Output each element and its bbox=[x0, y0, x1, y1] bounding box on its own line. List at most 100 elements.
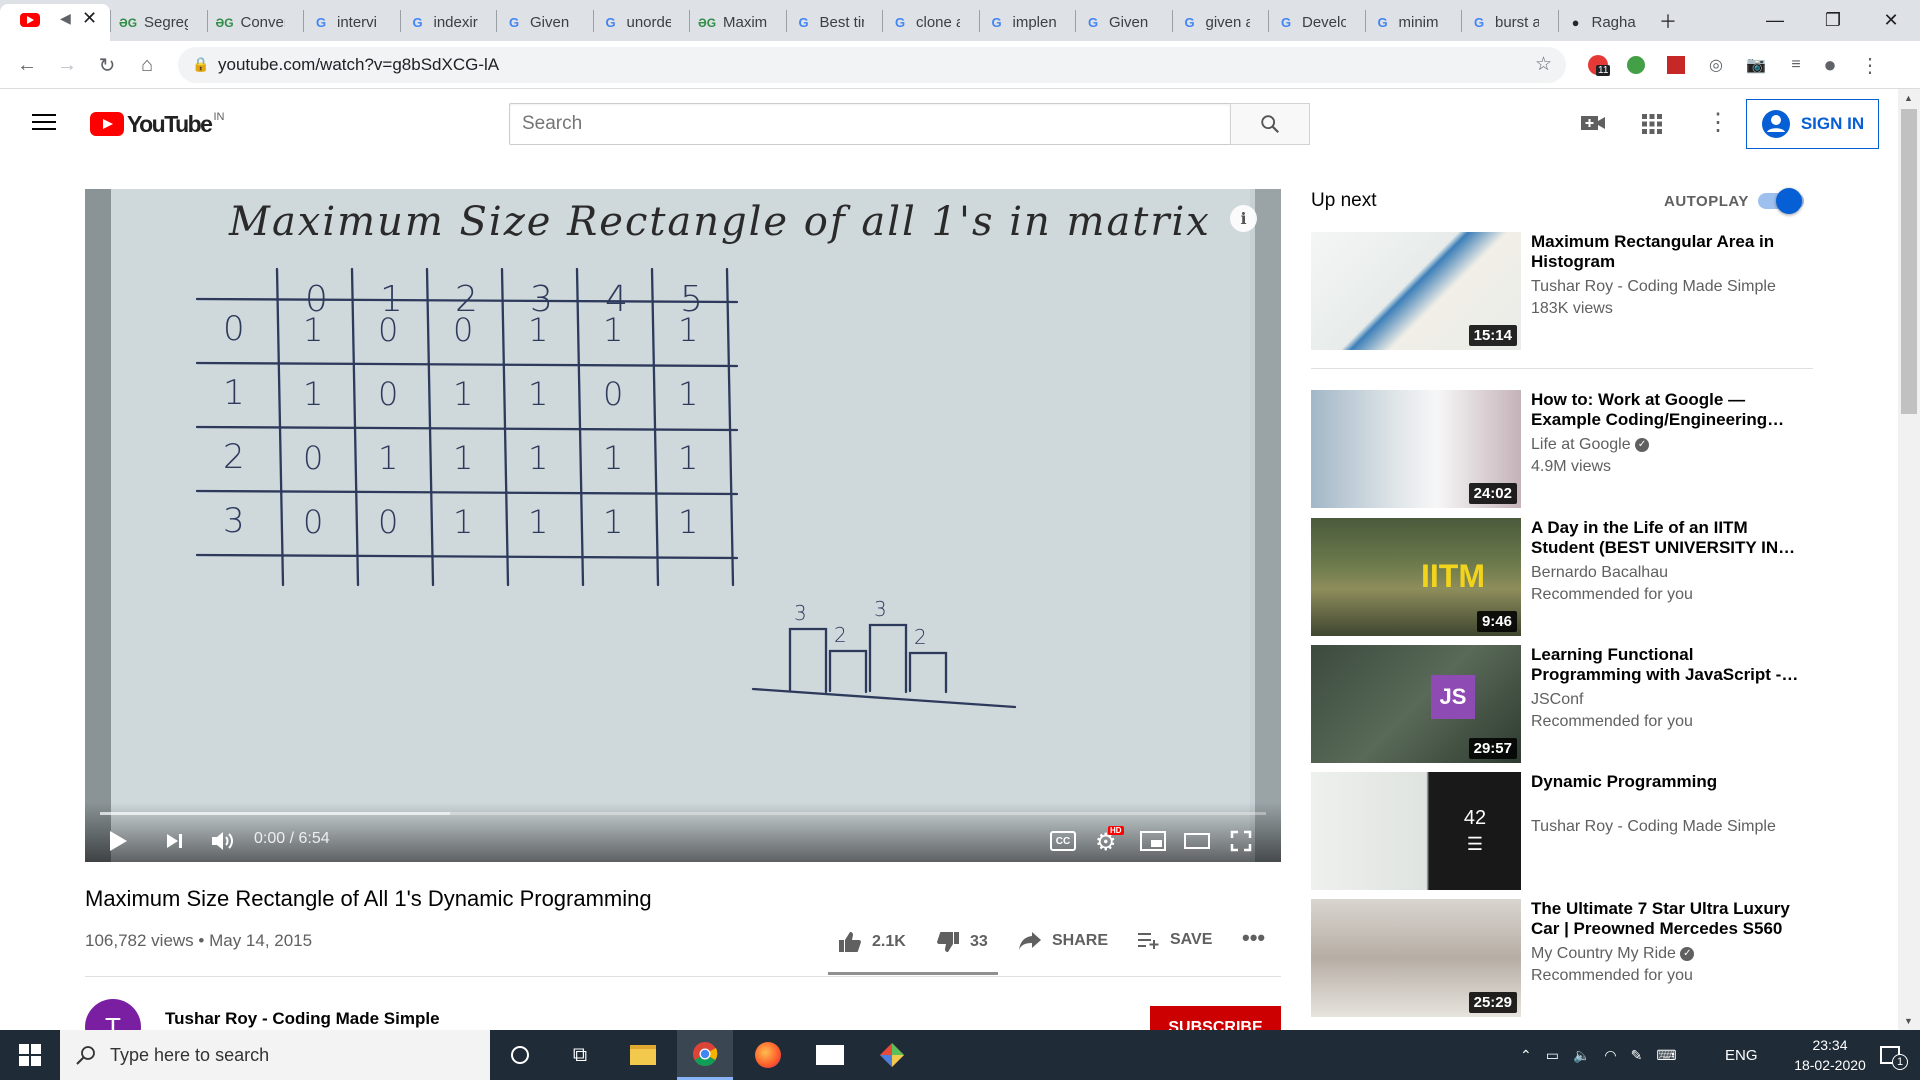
video-thumbnail[interactable]: JS 29:57 bbox=[1311, 645, 1521, 763]
forward-button[interactable]: → bbox=[51, 49, 83, 81]
up-next-title[interactable]: Learning Functional Programming with Jav… bbox=[1531, 645, 1801, 685]
like-button[interactable]: 2.1K bbox=[838, 931, 906, 953]
keyboard-icon[interactable]: ⌨ bbox=[1656, 1047, 1676, 1064]
speaker-icon[interactable]: 🔈 bbox=[1573, 1047, 1590, 1064]
up-next-item[interactable]: JS 29:57 Learning Functional Programming w… bbox=[1311, 645, 1811, 763]
browser-tab[interactable]: G Given a bbox=[496, 4, 593, 41]
video-thumbnail[interactable]: 15:14 bbox=[1311, 232, 1521, 350]
minimize-button[interactable]: — bbox=[1752, 0, 1798, 41]
volume-button[interactable] bbox=[210, 830, 236, 852]
extension-globe-icon[interactable] bbox=[1624, 53, 1648, 77]
browser-tab[interactable]: Gindexir bbox=[400, 4, 497, 41]
mail-icon[interactable] bbox=[802, 1030, 858, 1080]
browser-tab[interactable]: ● Ragha bbox=[1558, 4, 1655, 41]
dislike-button[interactable]: 33 bbox=[936, 931, 988, 953]
mute-tab-icon[interactable]: ◀ bbox=[60, 10, 71, 27]
video-thumbnail[interactable]: 25:29 bbox=[1311, 899, 1521, 1017]
scrollbar-thumb[interactable] bbox=[1901, 109, 1917, 414]
new-tab-button[interactable]: ＋ bbox=[1645, 0, 1691, 41]
up-next-item[interactable]: 15:14 Maximum Rectangular Area in Histogr… bbox=[1311, 232, 1811, 350]
video-thumbnail[interactable]: IITM 9:46 bbox=[1311, 518, 1521, 636]
up-next-channel[interactable]: Tushar Roy - Coding Made Simple bbox=[1531, 278, 1776, 296]
browser-tab[interactable]: G Best tir bbox=[786, 4, 883, 41]
extension-pdf-icon[interactable] bbox=[1664, 53, 1688, 77]
scroll-down-arrow[interactable]: ▼ bbox=[1904, 1016, 1913, 1026]
youtube-logo[interactable]: YouTube IN bbox=[90, 111, 224, 137]
up-next-channel[interactable]: Life at Google ✓ bbox=[1531, 436, 1650, 454]
browser-tab[interactable]: Ggiven a bbox=[1172, 4, 1269, 41]
browser-tab[interactable]: G Given a bbox=[1075, 4, 1172, 41]
share-button[interactable]: SHARE bbox=[1018, 931, 1108, 951]
scroll-up-arrow[interactable]: ▲ bbox=[1904, 93, 1913, 103]
wifi-icon[interactable]: ◠ bbox=[1604, 1047, 1616, 1064]
browser-tab[interactable]: Gunorde bbox=[593, 4, 690, 41]
browser-tab[interactable]: Gintervi bbox=[303, 4, 400, 41]
taskbar-search[interactable]: Type here to search bbox=[60, 1030, 490, 1080]
page-scrollbar[interactable]: ▲ ▼ bbox=[1898, 89, 1920, 1030]
up-next-title[interactable]: Maximum Rectangular Area in Histogram bbox=[1531, 232, 1801, 272]
home-button[interactable]: ⌂ bbox=[131, 49, 163, 81]
up-next-channel[interactable]: JSConf bbox=[1531, 691, 1583, 709]
fullscreen-icon[interactable] bbox=[1230, 830, 1252, 852]
browser-tab[interactable]: Gimplen bbox=[979, 4, 1076, 41]
browser-tab[interactable]: G Develo bbox=[1268, 4, 1365, 41]
tray-chevron-icon[interactable]: ⌃ bbox=[1520, 1047, 1532, 1064]
extension-camera-icon[interactable]: 📷 bbox=[1744, 53, 1768, 77]
play-button[interactable] bbox=[107, 829, 129, 853]
close-window-button[interactable]: ✕ bbox=[1868, 0, 1914, 41]
active-tab[interactable]: ◀ ✕ bbox=[0, 4, 110, 41]
file-explorer-icon[interactable] bbox=[615, 1030, 671, 1080]
maximize-button[interactable]: ❐ bbox=[1810, 0, 1856, 41]
omnibox[interactable]: 🔒 youtube.com/watch?v=g8bSdXCG-lA ☆ bbox=[178, 47, 1566, 83]
firefox-icon[interactable] bbox=[740, 1030, 796, 1080]
video-player[interactable]: Maximum Size Rectangle of all 1's in mat… bbox=[85, 189, 1281, 862]
extension-rings-icon[interactable]: ◎ bbox=[1704, 53, 1728, 77]
video-thumbnail[interactable]: 42 ☰ bbox=[1311, 772, 1521, 890]
search-input[interactable] bbox=[510, 104, 1230, 144]
browser-tab[interactable]: ƏG Conver bbox=[207, 4, 304, 41]
up-next-channel[interactable]: Tushar Roy - Coding Made Simple bbox=[1531, 818, 1776, 836]
create-video-icon[interactable] bbox=[1580, 112, 1606, 139]
search-box[interactable] bbox=[509, 103, 1231, 145]
channel-name[interactable]: Tushar Roy - Coding Made Simple bbox=[165, 1009, 440, 1029]
browser-tab[interactable]: ƏG Segreg bbox=[110, 4, 207, 41]
browser-tab[interactable]: Gminim bbox=[1365, 4, 1462, 41]
up-next-item[interactable]: 25:29 The Ultimate 7 Star Ultra Luxury Ca… bbox=[1311, 899, 1811, 1017]
video-thumbnail[interactable]: 24:02 bbox=[1311, 390, 1521, 508]
notifications-icon[interactable]: 1 bbox=[1862, 1030, 1918, 1080]
info-icon[interactable]: i bbox=[1230, 205, 1257, 232]
reload-button[interactable]: ↻ bbox=[91, 49, 123, 81]
up-next-item[interactable]: 42 ☰ Dynamic Programming Tushar Roy - Codin… bbox=[1311, 772, 1811, 890]
apps-grid-icon[interactable] bbox=[1641, 113, 1663, 140]
chrome-menu-icon[interactable]: ⋮ bbox=[1858, 53, 1882, 77]
up-next-title[interactable]: Dynamic Programming bbox=[1531, 772, 1801, 792]
settings-gear-icon[interactable]: ⚙ HD bbox=[1095, 826, 1124, 857]
up-next-title[interactable]: A Day in the Life of an IITM Student (BE… bbox=[1531, 518, 1801, 558]
bookmark-star-icon[interactable]: ☆ bbox=[1535, 53, 1552, 76]
up-next-item[interactable]: IITM 9:46 A Day in the Life of an IITM Stu… bbox=[1311, 518, 1811, 636]
miniplayer-icon[interactable] bbox=[1140, 831, 1166, 851]
close-tab-icon[interactable]: ✕ bbox=[82, 8, 97, 29]
browser-tab[interactable]: Gclone a bbox=[882, 4, 979, 41]
next-button[interactable] bbox=[165, 832, 185, 850]
start-button[interactable] bbox=[2, 1030, 58, 1080]
theater-mode-icon[interactable] bbox=[1184, 833, 1210, 849]
language-indicator[interactable]: ENG bbox=[1725, 1030, 1758, 1080]
captions-button[interactable]: CC bbox=[1050, 831, 1076, 851]
settings-menu-icon[interactable]: ⋮ bbox=[1706, 111, 1730, 135]
autoplay-toggle-knob[interactable] bbox=[1776, 188, 1802, 214]
progress-bar[interactable] bbox=[100, 812, 1266, 815]
up-next-channel[interactable]: My Country My Ride ✓ bbox=[1531, 945, 1695, 963]
chrome-taskbar-icon[interactable] bbox=[677, 1030, 733, 1080]
profile-icon[interactable]: ● bbox=[1818, 52, 1842, 77]
save-button[interactable]: SAVE bbox=[1138, 931, 1212, 949]
browser-tab[interactable]: Gburst a bbox=[1461, 4, 1558, 41]
pen-icon[interactable]: ✎ bbox=[1631, 1047, 1643, 1064]
sign-in-button[interactable]: SIGN IN bbox=[1746, 99, 1879, 149]
up-next-title[interactable]: The Ultimate 7 Star Ultra Luxury Car | P… bbox=[1531, 899, 1801, 939]
task-view-icon[interactable]: ⧉ bbox=[552, 1030, 608, 1080]
browser-tab[interactable]: ƏG Maxim bbox=[689, 4, 786, 41]
up-next-channel[interactable]: Bernardo Bacalhau bbox=[1531, 564, 1668, 582]
cortana-icon[interactable] bbox=[492, 1030, 548, 1080]
search-button[interactable] bbox=[1230, 103, 1310, 145]
